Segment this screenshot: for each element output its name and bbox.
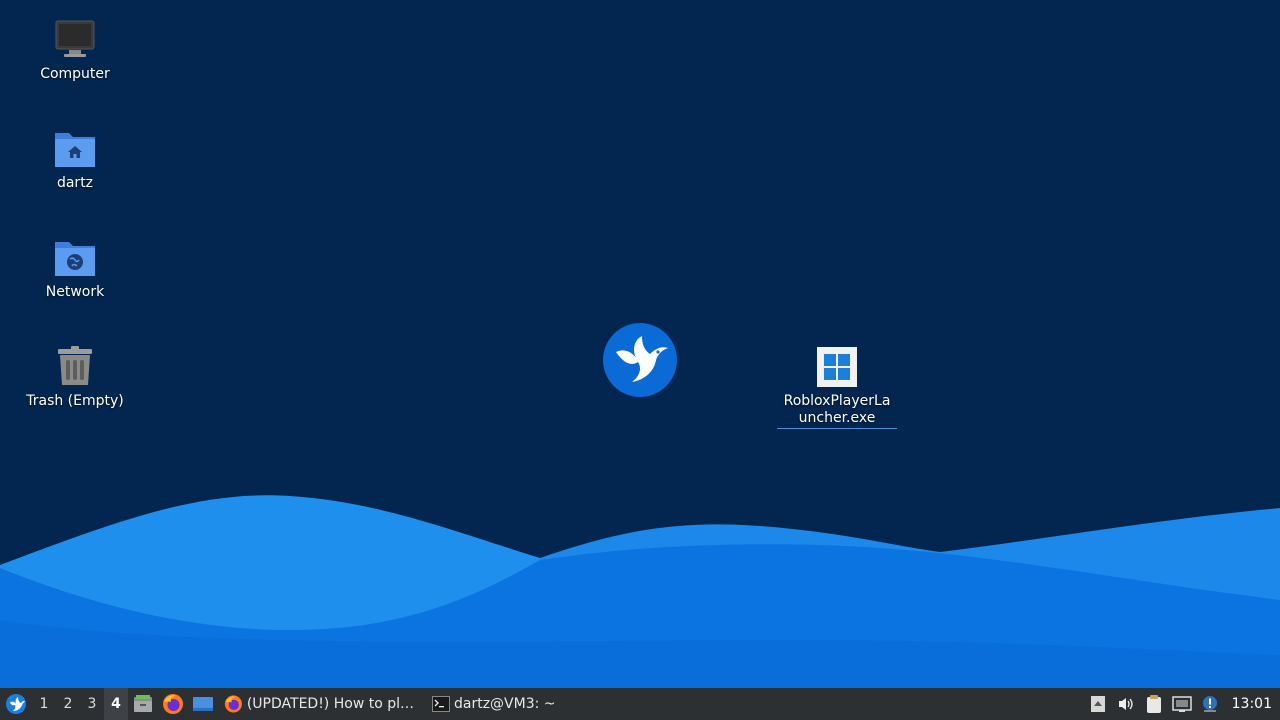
clipboard-icon	[1146, 695, 1161, 713]
show-desktop-button[interactable]	[188, 688, 218, 720]
update-notifier-icon	[1202, 696, 1217, 712]
desktop-icon-label: Network	[45, 284, 105, 300]
computer-icon	[51, 16, 99, 64]
firefox-icon	[224, 695, 242, 713]
network-icon	[1171, 696, 1192, 712]
workspace-3-button[interactable]: 3	[80, 688, 104, 720]
desktop-icon-computer[interactable]: Computer	[15, 16, 135, 83]
volume-icon	[1118, 698, 1133, 710]
desktop-icon-network[interactable]: Network	[15, 234, 135, 301]
tray-expand-button[interactable]	[1084, 688, 1112, 720]
home-folder-icon	[51, 125, 99, 173]
firefox-icon	[163, 694, 183, 714]
network-folder-icon	[51, 234, 99, 282]
windows-exe-icon	[813, 343, 861, 391]
workspace-4-button[interactable]: 4	[104, 688, 128, 720]
workspace-2-button[interactable]: 2	[56, 688, 80, 720]
update-notifier[interactable]	[1196, 688, 1224, 720]
desktop-icon-trash[interactable]: Trash (Empty)	[15, 343, 135, 410]
task-label: (UPDATED!) How to pl…	[246, 696, 414, 712]
network-status[interactable]	[1168, 688, 1196, 720]
trash-icon	[51, 343, 99, 391]
file-manager-launcher[interactable]	[128, 688, 158, 720]
desktop-icon-label: RobloxPlayerLauncher.exe	[777, 393, 897, 429]
task-label: dartz@VM3: ~	[454, 696, 556, 712]
file-manager-icon	[134, 695, 152, 712]
desktop-icon-home-folder[interactable]: dartz	[15, 125, 135, 192]
show-desktop-icon	[193, 697, 213, 711]
desktop-icon-label: Trash (Empty)	[26, 393, 124, 409]
clipboard-manager[interactable]	[1140, 688, 1168, 720]
desktop-icon-label: Computer	[40, 66, 110, 82]
clock[interactable]: 13:01	[1224, 688, 1280, 720]
terminal-icon	[432, 696, 450, 712]
desktop-icon-roblox-launcher[interactable]: RobloxPlayerLauncher.exe	[777, 343, 897, 429]
workspace-1-button[interactable]: 1	[32, 688, 56, 720]
taskbar-task-firefox[interactable]: (UPDATED!) How to pl…	[218, 688, 420, 720]
tray-up-arrow-icon	[1090, 696, 1105, 712]
taskbar: 1 2 3 4 (UPDATED!) How to pl… dartz@VM3:…	[0, 688, 1280, 720]
firefox-launcher[interactable]	[158, 688, 188, 720]
volume-control[interactable]	[1112, 688, 1140, 720]
lubuntu-menu-icon	[6, 694, 26, 714]
lubuntu-logo	[603, 323, 677, 397]
desktop-icon-label: dartz	[56, 175, 94, 191]
taskbar-task-terminal[interactable]: dartz@VM3: ~	[426, 688, 598, 720]
application-menu-button[interactable]	[0, 688, 32, 720]
